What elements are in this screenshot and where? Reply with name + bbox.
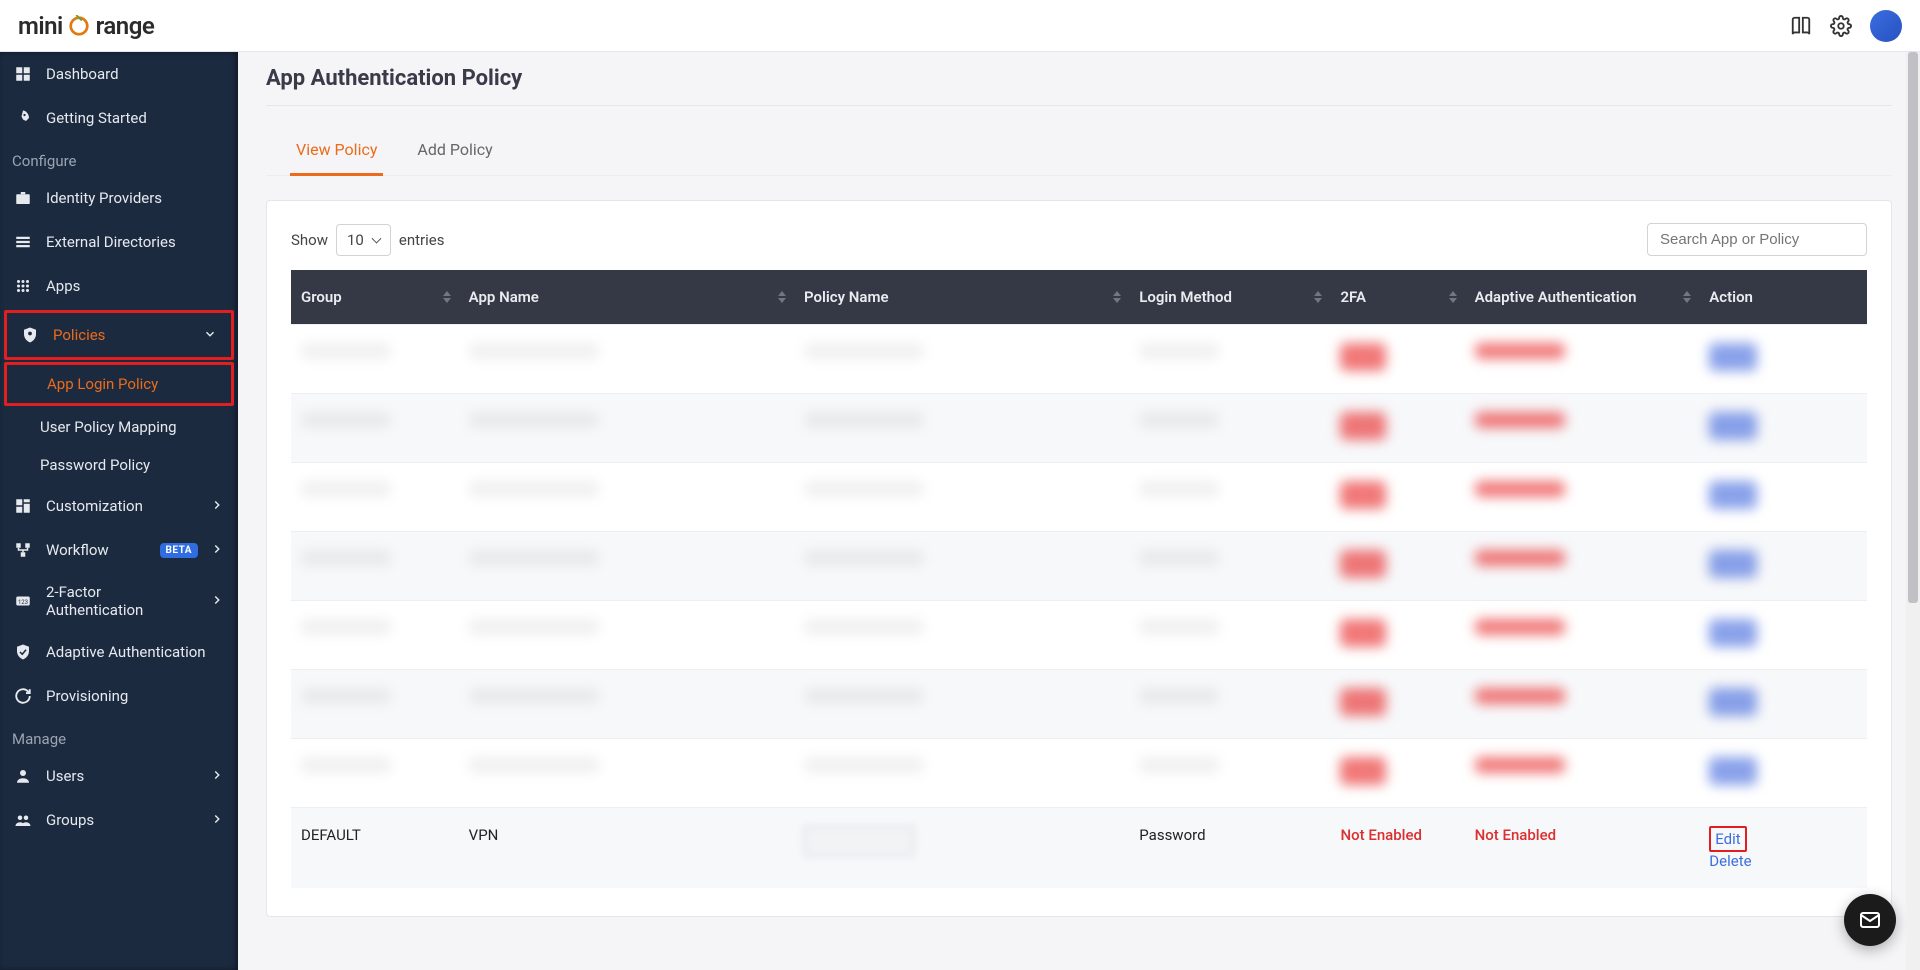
- brand-pre: mini: [18, 12, 63, 40]
- table-row: [291, 532, 1867, 601]
- page-title: App Authentication Policy: [266, 52, 1892, 106]
- sidebar-item-label: Customization: [46, 497, 198, 515]
- brand-logo[interactable]: mini range: [18, 12, 154, 40]
- tab-view-policy[interactable]: View Policy: [290, 126, 383, 176]
- main-content: App Authentication Policy View Policy Ad…: [238, 52, 1920, 970]
- sidebar-sub-user-policy-mapping[interactable]: User Policy Mapping: [0, 408, 238, 446]
- sidebar-item-2fa[interactable]: 123 2-Factor Authentication: [0, 572, 238, 630]
- show-label: Show: [291, 231, 328, 249]
- cell-2fa: Not Enabled: [1330, 808, 1464, 889]
- col-2fa[interactable]: 2FA: [1330, 270, 1464, 325]
- entries-select[interactable]: 10: [336, 224, 391, 256]
- sidebar: Dashboard Getting Started Configure Iden…: [0, 52, 238, 970]
- sidebar-item-groups[interactable]: Groups: [0, 798, 238, 842]
- table-row: [291, 739, 1867, 808]
- scrollbar[interactable]: [1906, 52, 1920, 970]
- sidebar-item-label: 2-Factor Authentication: [46, 583, 198, 619]
- sidebar-item-provisioning[interactable]: Provisioning: [0, 674, 238, 718]
- tab-add-policy[interactable]: Add Policy: [411, 126, 498, 176]
- apps-icon: [12, 275, 34, 297]
- sidebar-item-label: Policies: [53, 326, 191, 344]
- chevron-right-icon: [210, 593, 226, 609]
- table-row: [291, 601, 1867, 670]
- sidebar-item-dashboard[interactable]: Dashboard: [0, 52, 238, 96]
- brand-post: range: [96, 12, 155, 40]
- sidebar-item-identity-providers[interactable]: Identity Providers: [0, 176, 238, 220]
- sidebar-item-external-directories[interactable]: External Directories: [0, 220, 238, 264]
- sidebar-item-label: Workflow: [46, 541, 148, 559]
- shield-check-icon: [12, 641, 34, 663]
- shield-icon: [19, 324, 41, 346]
- sidebar-item-label: Identity Providers: [46, 189, 226, 207]
- chevron-right-icon: [210, 542, 226, 558]
- customize-icon: [12, 495, 34, 517]
- table-row: DEFAULTVPNPasswordNot EnabledNot Enabled…: [291, 808, 1867, 889]
- sidebar-item-customization[interactable]: Customization: [0, 484, 238, 528]
- table-row: [291, 325, 1867, 394]
- sidebar-sub-password-policy[interactable]: Password Policy: [0, 446, 238, 484]
- policy-panel: Show 10 entries Group App Name Policy Na…: [266, 200, 1892, 917]
- sidebar-item-apps[interactable]: Apps: [0, 264, 238, 308]
- chevron-right-icon: [210, 498, 226, 514]
- sidebar-item-label: External Directories: [46, 233, 226, 251]
- table-row: [291, 394, 1867, 463]
- sidebar-section-manage: Manage: [0, 718, 238, 754]
- col-group[interactable]: Group: [291, 270, 459, 325]
- avatar[interactable]: [1870, 10, 1902, 42]
- cell-adaptive: Not Enabled: [1465, 808, 1700, 889]
- entries-selector: Show 10 entries: [291, 224, 444, 256]
- sidebar-item-label: Apps: [46, 277, 226, 295]
- col-adaptive[interactable]: Adaptive Authentication: [1465, 270, 1700, 325]
- search-input[interactable]: [1647, 223, 1867, 256]
- chevron-down-icon: [203, 327, 219, 343]
- sidebar-item-label: Groups: [46, 811, 198, 829]
- sidebar-item-label: Provisioning: [46, 687, 226, 705]
- tabs: View Policy Add Policy: [266, 126, 1892, 176]
- cell-action: Edit Delete: [1699, 808, 1867, 889]
- cell-policy: [794, 808, 1129, 889]
- groups-icon: [12, 809, 34, 831]
- entries-label: entries: [399, 231, 445, 249]
- sidebar-item-label: Adaptive Authentication: [46, 643, 226, 661]
- list-icon: [12, 231, 34, 253]
- sidebar-item-label: Dashboard: [46, 65, 226, 83]
- sync-icon: [12, 685, 34, 707]
- rocket-icon: [12, 107, 34, 129]
- cell-app: VPN: [459, 808, 794, 889]
- sidebar-sub-app-login-policy[interactable]: App Login Policy: [7, 365, 231, 403]
- cell-group: DEFAULT: [291, 808, 459, 889]
- book-icon[interactable]: [1790, 15, 1812, 37]
- edit-link[interactable]: Edit: [1715, 830, 1740, 848]
- dashboard-icon: [12, 63, 34, 85]
- sidebar-section-configure: Configure: [0, 140, 238, 176]
- sidebar-item-policies[interactable]: Policies: [7, 313, 231, 357]
- table-row: [291, 670, 1867, 739]
- sidebar-item-adaptive-auth[interactable]: Adaptive Authentication: [0, 630, 238, 674]
- beta-badge: BETA: [160, 543, 199, 558]
- sidebar-item-users[interactable]: Users: [0, 754, 238, 798]
- col-policy[interactable]: Policy Name: [794, 270, 1129, 325]
- sidebar-item-label: Getting Started: [46, 109, 226, 127]
- table-row: [291, 463, 1867, 532]
- policy-table: Group App Name Policy Name Login Method …: [291, 270, 1867, 888]
- col-login[interactable]: Login Method: [1129, 270, 1330, 325]
- svg-text:123: 123: [18, 599, 28, 606]
- twofa-icon: 123: [12, 590, 34, 612]
- topbar: mini range: [0, 0, 1920, 52]
- briefcase-icon: [12, 187, 34, 209]
- cell-login: Password: [1129, 808, 1330, 889]
- brand-mid: [63, 12, 96, 40]
- sidebar-item-label: Users: [46, 767, 198, 785]
- chevron-right-icon: [210, 768, 226, 784]
- gear-icon[interactable]: [1830, 15, 1852, 37]
- user-icon: [12, 765, 34, 787]
- message-fab[interactable]: [1844, 894, 1896, 946]
- sidebar-item-getting-started[interactable]: Getting Started: [0, 96, 238, 140]
- delete-link[interactable]: Delete: [1709, 852, 1751, 870]
- sidebar-item-workflow[interactable]: Workflow BETA: [0, 528, 238, 572]
- chevron-right-icon: [210, 812, 226, 828]
- col-app[interactable]: App Name: [459, 270, 794, 325]
- workflow-icon: [12, 539, 34, 561]
- col-action: Action: [1699, 270, 1867, 325]
